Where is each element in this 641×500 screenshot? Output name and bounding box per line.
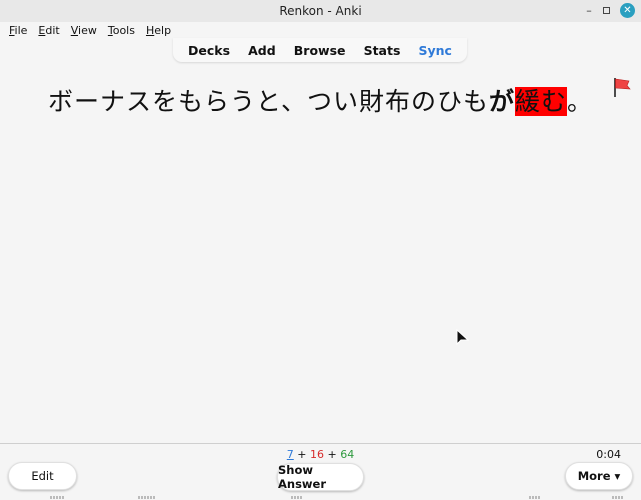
title-bar: Renkon - Anki – ✕ — [0, 0, 641, 22]
top-navigation: Decks Add Browse Stats Sync — [173, 38, 467, 62]
nav-stats[interactable]: Stats — [364, 43, 401, 58]
minimize-icon[interactable]: – — [585, 5, 593, 16]
window-controls: – ✕ — [585, 3, 635, 18]
nav-sync[interactable]: Sync — [418, 43, 451, 58]
count-separator: + — [324, 448, 341, 461]
card-text: ボーナスをもらうと、つい財布のひも — [47, 87, 489, 116]
card-text-bold: が — [488, 87, 515, 116]
nav-browse[interactable]: Browse — [294, 43, 346, 58]
new-count: 7 — [286, 448, 294, 461]
card-text-highlight: 緩む — [515, 87, 568, 116]
clipped-label — [291, 496, 302, 500]
nav-add[interactable]: Add — [248, 43, 276, 58]
clipped-label — [529, 496, 540, 500]
mouse-cursor-icon — [456, 329, 470, 346]
menu-file[interactable]: File — [9, 24, 27, 37]
nav-decks[interactable]: Decks — [188, 43, 230, 58]
due-counts: 7 + 16 + 64 — [0, 448, 641, 461]
close-icon[interactable]: ✕ — [620, 3, 635, 18]
card-text-end: 。 — [567, 87, 594, 116]
menu-view[interactable]: View — [71, 24, 97, 37]
menu-help[interactable]: Help — [146, 24, 171, 37]
flag-icon — [614, 78, 631, 97]
maximize-icon[interactable] — [603, 7, 610, 14]
timer: 0:04 — [596, 448, 621, 461]
review-count: 64 — [340, 448, 355, 461]
learn-count: 16 — [310, 448, 324, 461]
bottom-bar: 7 + 16 + 64 0:04 Edit Show Answer More ▾ — [0, 443, 641, 500]
count-separator: + — [293, 448, 310, 461]
clipped-label — [138, 496, 155, 500]
menu-edit[interactable]: Edit — [38, 24, 59, 37]
clipped-label — [612, 496, 623, 500]
window-title: Renkon - Anki — [279, 4, 362, 18]
menu-tools[interactable]: Tools — [108, 24, 135, 37]
edit-button[interactable]: Edit — [8, 462, 77, 490]
show-answer-button[interactable]: Show Answer — [277, 463, 364, 491]
more-button[interactable]: More ▾ — [565, 462, 633, 490]
clipped-label — [50, 496, 64, 500]
menu-bar: File Edit View Tools Help — [0, 22, 641, 39]
card-question: ボーナスをもらうと、つい財布のひもが緩む。 — [0, 82, 641, 118]
